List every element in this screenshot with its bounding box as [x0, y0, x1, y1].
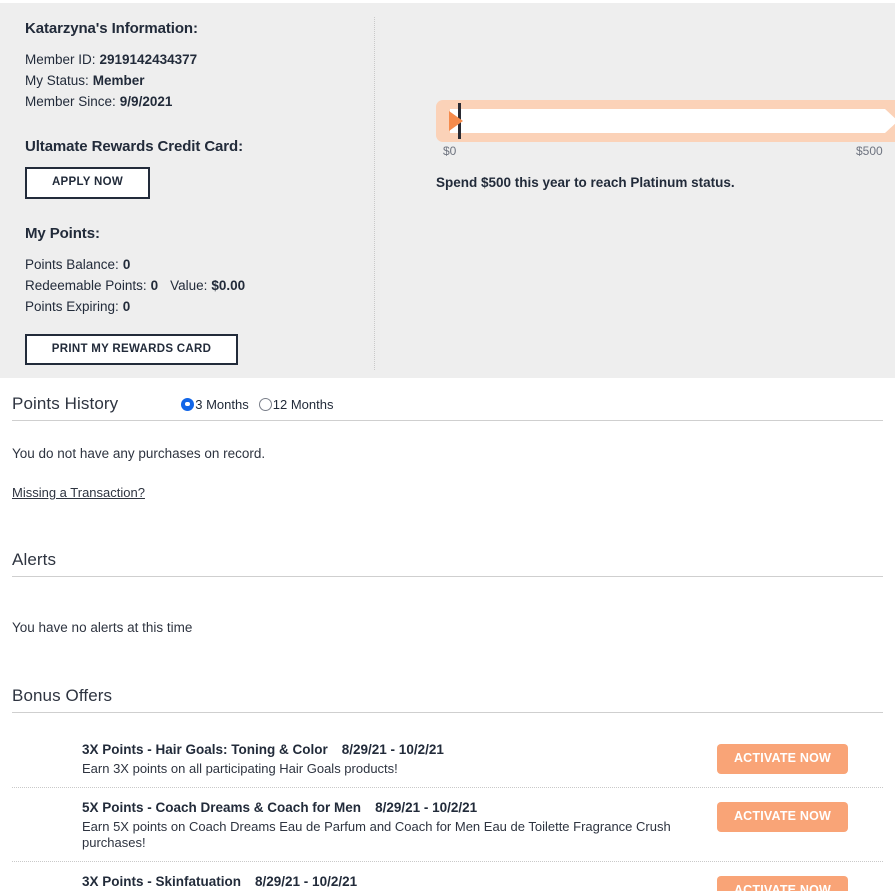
radio-button-12-months[interactable] [258, 397, 272, 411]
offer-title: 3X Points - Skinfatuation [82, 874, 242, 889]
credit-card-heading: Ultamate Rewards Credit Card: [25, 138, 243, 155]
alerts-title: Alerts [12, 550, 57, 569]
member-since-row: Member Since: 9/9/2021 [25, 91, 374, 112]
offer-dates: 8/29/21 - 10/2/21 [375, 800, 478, 815]
offer-dates: 8/29/21 - 10/2/21 [341, 742, 444, 757]
offer-row: 5X Points - Coach Dreams & Coach for Men… [12, 788, 883, 862]
member-status-label: My Status: [25, 73, 89, 88]
progress-track [450, 109, 895, 133]
member-since-value: 9/9/2021 [119, 94, 173, 109]
activate-now-button[interactable]: ACTIVATE NOW [717, 744, 848, 774]
status-progress-column: $0 $500 Spend $500 this year to reach Pl… [374, 3, 895, 378]
offer-description: Earn 3X points on all participating Hair… [82, 761, 398, 776]
progress-min-label: $0 [443, 144, 457, 158]
redeemable-points-value: 0 [150, 277, 159, 293]
points-value-amount: $0.00 [211, 277, 246, 293]
activate-now-button[interactable]: ACTIVATE NOW [717, 802, 848, 832]
member-id-value: 2919142434377 [99, 52, 198, 67]
offer-details: 3X Points - Hair Goals: Toning & Color 8/… [12, 740, 717, 777]
bonus-offers-title: Bonus Offers [12, 686, 113, 705]
points-balance-row: Points Balance: 0 [25, 254, 374, 275]
member-info-column: Katarzyna's Information: Member ID: 29191… [0, 3, 374, 378]
alerts-empty-message: You have no alerts at this time [12, 620, 193, 635]
member-info-heading: Katarzyna's Information: [25, 20, 198, 37]
offer-details: 3X Points - Skinfatuation 8/29/21 - 10/2/… [12, 872, 717, 891]
points-balance-label: Points Balance: [25, 256, 119, 272]
offer-details: 5X Points - Coach Dreams & Coach for Men… [12, 798, 717, 851]
member-since-label: Member Since: [25, 94, 116, 109]
offer-description: Earn 5X points on Coach Dreams Eau de Pa… [82, 819, 671, 850]
redeemable-points-row: Redeemable Points: 0 Value: $0.00 [25, 275, 374, 296]
offer-title-line: 3X Points - Skinfatuation 8/29/21 - 10/2/… [82, 873, 717, 891]
radio-option-12-months[interactable]: 12 Months [258, 396, 334, 412]
points-history-empty-message: You do not have any purchases on record. [12, 446, 266, 461]
print-rewards-card-button[interactable]: PRINT MY REWARDS CARD [25, 333, 238, 365]
bonus-offers-divider [12, 712, 883, 713]
offer-title: 5X Points - Coach Dreams & Coach for Men [82, 800, 362, 815]
progress-marker-icon [449, 111, 463, 131]
missing-transaction-line: Missing a Transaction? [12, 461, 883, 502]
radio-button-3-months[interactable] [181, 397, 195, 411]
member-id-label: Member ID: [25, 52, 96, 67]
offer-row: 3X Points - Hair Goals: Toning & Color 8/… [12, 730, 883, 788]
offer-title: 3X Points - Hair Goals: Toning & Color [82, 742, 328, 757]
points-value-label: Value: [170, 277, 208, 293]
offer-title-line: 3X Points - Hair Goals: Toning & Color 8/… [82, 741, 717, 759]
member-status-value: Member [92, 73, 145, 88]
points-history-title: Points History [12, 394, 119, 413]
alerts-section: Alerts You have no alerts at this time [12, 534, 883, 635]
points-balance-value: 0 [122, 256, 131, 272]
member-id-row: Member ID: 2919142434377 [25, 49, 374, 70]
points-expiring-value: 0 [122, 298, 131, 314]
bonus-offers-header: Bonus Offers [12, 670, 883, 706]
offer-title-line: 5X Points - Coach Dreams & Coach for Men… [82, 799, 717, 817]
progress-axis-labels: $0 $500 [436, 144, 895, 162]
member-summary-panel: Katarzyna's Information: Member ID: 29191… [0, 3, 895, 378]
points-expiring-row: Points Expiring: 0 [25, 296, 374, 317]
points-history-range-radios: 3 Months 12 Months [181, 397, 333, 412]
bonus-offers-section: Bonus Offers 3X Points - Hair Goals: Ton… [12, 670, 883, 891]
progress-caption: Spend $500 this year to reach Platinum s… [436, 175, 735, 190]
offer-action-cell: ACTIVATE NOW [717, 740, 883, 774]
missing-transaction-link[interactable]: Missing a Transaction? [12, 485, 145, 500]
alerts-header: Alerts [12, 534, 883, 570]
my-points-heading: My Points: [25, 224, 100, 242]
offer-action-cell: ACTIVATE NOW [717, 872, 883, 891]
radio-label-12-months: 12 Months [272, 396, 334, 412]
points-expiring-label: Points Expiring: [25, 298, 119, 314]
offer-row: 3X Points - Skinfatuation 8/29/21 - 10/2/… [12, 862, 883, 891]
member-status-row: My Status: Member [25, 70, 374, 91]
points-history-section: Points History 3 Months 12 Months You do… [12, 378, 883, 502]
progress-max-label: $500 [856, 144, 883, 158]
offer-dates: 8/29/21 - 10/2/21 [255, 874, 358, 889]
apply-now-button[interactable]: APPLY NOW [25, 167, 150, 199]
redeemable-points-label: Redeemable Points: [25, 277, 147, 293]
bonus-offers-list: 3X Points - Hair Goals: Toning & Color 8/… [12, 730, 883, 891]
activate-now-button[interactable]: ACTIVATE NOW [717, 876, 848, 891]
radio-option-3-months[interactable]: 3 Months [181, 396, 249, 412]
radio-label-3-months: 3 Months [195, 396, 249, 412]
progress-band [436, 100, 895, 142]
spend-progress-bar: $0 $500 Spend $500 this year to reach Pl… [436, 100, 895, 190]
points-history-header: Points History 3 Months 12 Months [12, 378, 883, 414]
offer-action-cell: ACTIVATE NOW [717, 798, 883, 832]
lower-content: Points History 3 Months 12 Months You do… [0, 378, 895, 891]
